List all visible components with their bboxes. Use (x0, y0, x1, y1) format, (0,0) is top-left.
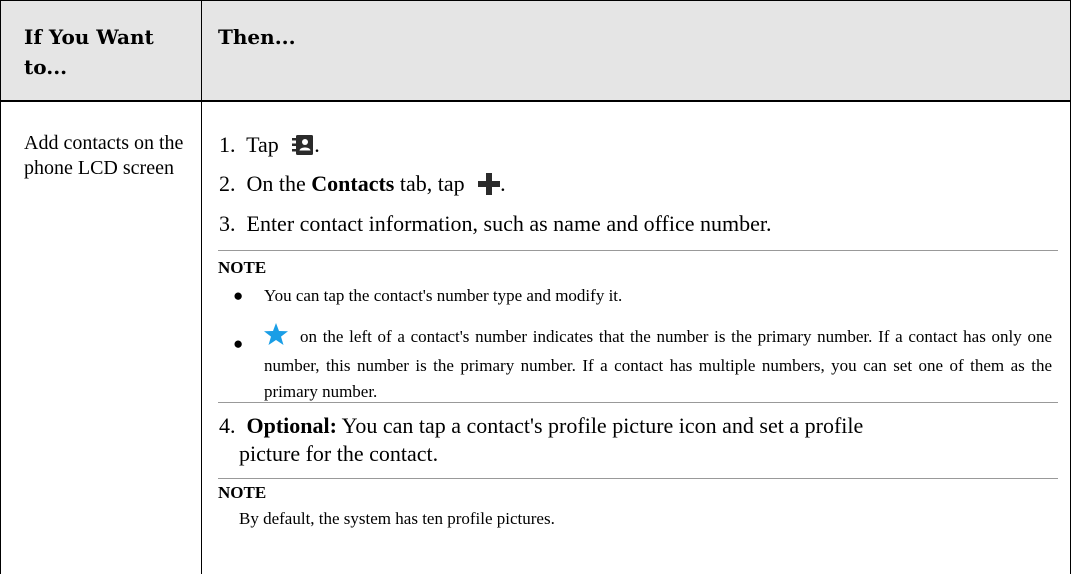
note-2-title: NOTE (218, 483, 267, 502)
step-2-post: tab, tap (399, 171, 465, 196)
optional-label: Optional: (246, 413, 337, 438)
note-2-text: By default, the system has ten profile p… (239, 509, 555, 528)
note-1-bullet-1-dot: ● (233, 286, 244, 305)
step-1-number: 1. (219, 132, 236, 157)
table-border-top (0, 0, 1071, 1)
step-3-text: Enter contact information, such as name … (246, 211, 772, 236)
step-1-end: . (314, 132, 320, 157)
note-1-bullet-2: on the left of a contact's number indica… (264, 323, 1052, 405)
step-2-end: . (500, 171, 506, 196)
table-border-left (0, 0, 1, 574)
note-1-bottom-rule (218, 402, 1058, 403)
step-1-text: Tap (246, 132, 279, 157)
action-cell: Add contacts on the phone LCD screen (24, 132, 184, 179)
instruction-table: If You Want to... Then... Add contacts o… (0, 0, 1071, 574)
step-4-line-1: You can tap a contact's profile picture … (341, 413, 864, 438)
note-1-bullet-2-dot: ● (233, 334, 244, 353)
step-2-pre: On the (246, 171, 306, 196)
header-if-you-want: If You Want to... (24, 25, 154, 79)
note-1-bullet-1: You can tap the contact's number type an… (264, 286, 623, 305)
contacts-book-icon (292, 134, 314, 163)
note-2-top-rule (218, 478, 1058, 479)
header-divider (0, 100, 1071, 102)
note-1-bullet-2-text: on the left of a contact's number indica… (264, 327, 1052, 401)
step-4-number: 4. (219, 413, 236, 438)
step-3: 3. Enter contact information, such as na… (219, 210, 771, 238)
step-3-number: 3. (219, 211, 236, 236)
star-icon (264, 323, 288, 353)
column-divider (201, 0, 202, 574)
step-2-number: 2. (219, 171, 236, 196)
note-1-title: NOTE (218, 258, 267, 277)
contacts-tab-label: Contacts (311, 171, 395, 196)
step-4-line-2: picture for the contact. (239, 441, 439, 466)
step-2: 2. On the Contacts tab, tap . (219, 170, 506, 202)
note-1-top-rule (218, 250, 1058, 251)
header-then: Then... (218, 25, 296, 49)
plus-icon (478, 173, 501, 202)
step-1: 1. Tap . (219, 131, 320, 163)
step-4: 4. Optional: You can tap a contact's pro… (219, 412, 1039, 468)
